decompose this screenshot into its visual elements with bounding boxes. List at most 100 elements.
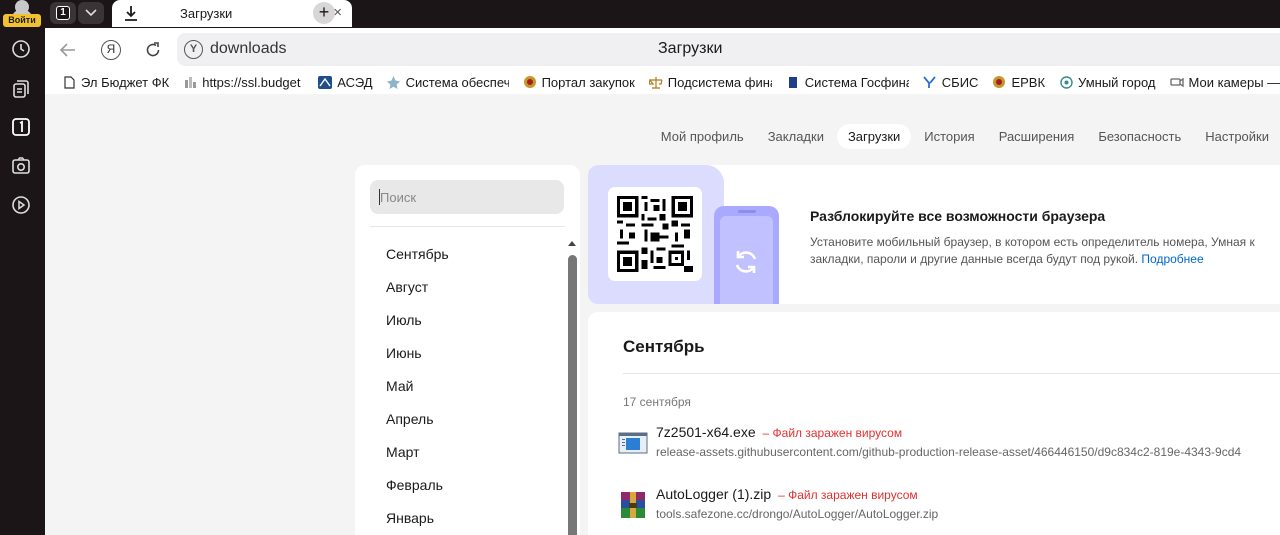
tab-bookmarks[interactable]: Закладки: [757, 124, 835, 149]
reload-icon: [146, 42, 160, 57]
bookmark-item[interactable]: Мои камеры — ка: [1169, 74, 1280, 90]
month-item[interactable]: Сентябрь: [386, 241, 449, 274]
bookmark-label: Эл Бюджет ФК: [81, 74, 170, 90]
download-item[interactable]: AutoLogger (1).zip – Файл заражен вирусо…: [618, 486, 1278, 530]
qr-code: [608, 187, 702, 281]
promo-text: Установите мобильный браузер, в котором …: [810, 234, 1280, 268]
promo-text-line1: Установите мобильный браузер, в котором …: [810, 235, 1255, 249]
exe-icon: [618, 432, 648, 454]
tab-settings[interactable]: Настройки: [1194, 124, 1280, 149]
bookmark-item[interactable]: Умный город: [1059, 74, 1156, 90]
promo-banner: Разблокируйте все возможности браузера У…: [588, 165, 1280, 304]
sync-icon: [735, 251, 757, 273]
bookmark-label: Умный город: [1078, 74, 1156, 90]
bookmark-label: https://ssl.budget: [202, 74, 301, 90]
file-name: 7z2501-x64.exe – Файл заражен вирусом: [656, 424, 902, 440]
system-icon: [387, 75, 401, 89]
virus-warning: – Файл заражен вирусом: [778, 488, 918, 502]
toolbar: Я Y downloads Загрузки: [45, 28, 1280, 70]
month-item[interactable]: Май: [386, 373, 449, 406]
promo-more-link[interactable]: Подробнее: [1141, 252, 1203, 266]
tab-profile[interactable]: Мой профиль: [650, 124, 755, 149]
bookmark-item[interactable]: Портал закупок: [523, 75, 635, 90]
bookmark-label: Подсистема фина: [667, 74, 772, 90]
scroll-up-arrow[interactable]: [568, 241, 576, 246]
scrollbar[interactable]: [568, 255, 577, 535]
divider: [623, 373, 1280, 374]
yandex-icon: Я: [101, 40, 121, 60]
site-icon: [183, 75, 197, 89]
downloads-page: Мой профиль Закладки Загрузки История Ра…: [45, 94, 1280, 535]
month-item[interactable]: Январь: [386, 505, 449, 535]
reload-button[interactable]: [140, 37, 166, 63]
month-item[interactable]: Февраль: [386, 472, 449, 505]
gosfin-icon: [786, 75, 800, 89]
downloads-list: Сентябрь 17 сентября 7z2501-x64.exe – Фа…: [588, 312, 1280, 535]
yandex-logo-icon: Y: [184, 40, 203, 59]
file-source[interactable]: release-assets.githubusercontent.com/git…: [656, 445, 1241, 459]
phone-illustration: [714, 206, 779, 304]
camera-icon: [1169, 75, 1184, 89]
winrar-icon: [621, 492, 645, 518]
bookmark-item[interactable]: Система обеспеч: [387, 75, 509, 90]
tab-counter: 1: [56, 6, 70, 20]
scales-icon: [648, 75, 663, 89]
bookmark-label: Система обеспеч: [405, 74, 509, 90]
page-icon: [62, 75, 76, 89]
month-item[interactable]: Апрель: [386, 406, 449, 439]
browser-window: Я Y downloads Загрузки Эл Бюджет ФК http…: [45, 28, 1280, 535]
bookmark-item[interactable]: Эл Бюджет ФК: [62, 75, 169, 90]
download-item[interactable]: 7z2501-x64.exe – Файл заражен вирусом re…: [618, 424, 1278, 468]
page-title: Загрузки: [658, 40, 723, 57]
file-name-text: AutoLogger (1).zip: [656, 486, 772, 502]
login-button[interactable]: Войти: [3, 0, 41, 27]
bookmark-item[interactable]: Система Госфина: [786, 75, 909, 90]
left-rail: Войти: [0, 0, 45, 535]
back-button[interactable]: [55, 37, 81, 63]
video-play-icon[interactable]: [10, 194, 32, 216]
back-arrow-icon: [60, 43, 75, 57]
bookmark-label: Система Госфина: [804, 74, 909, 90]
tab-downloads-active[interactable]: Загрузки: [836, 123, 912, 149]
url-text: downloads: [210, 40, 287, 57]
bookmark-item[interactable]: АСЭД: [318, 75, 373, 90]
month-item[interactable]: Март: [386, 439, 449, 472]
bookmark-label: Портал закупок: [541, 74, 635, 90]
avatar: [12, 0, 32, 18]
search-input[interactable]: [370, 180, 564, 214]
bookmark-item[interactable]: СБИС: [923, 74, 979, 90]
promo-title: Разблокируйте все возможности браузера: [810, 208, 1106, 224]
tab-counter-button[interactable]: 1: [50, 2, 76, 24]
tab-count-icon[interactable]: [10, 116, 32, 138]
month-item[interactable]: Июнь: [386, 340, 449, 373]
address-bar[interactable]: Y downloads Загрузки: [177, 33, 1280, 66]
month-heading: Сентябрь: [623, 337, 705, 356]
bookmark-item[interactable]: ЕРВК: [992, 75, 1045, 90]
settings-nav: Мой профиль Закладки Загрузки История Ра…: [648, 123, 1280, 149]
bookmarks-bar: Эл Бюджет ФК https://ssl.budget АСЭД Сис…: [45, 70, 1280, 94]
file-source[interactable]: tools.safezone.cc/drongo/AutoLogger/Auto…: [656, 507, 938, 521]
month-item[interactable]: Август: [386, 274, 449, 307]
history-icon[interactable]: [10, 38, 32, 60]
bookmark-label: Мои камеры — ка: [1188, 74, 1280, 90]
divider: [370, 226, 565, 227]
bookmark-item[interactable]: https://ssl.budget: [183, 75, 304, 90]
month-item[interactable]: Июль: [386, 307, 449, 340]
screenshot-icon[interactable]: [10, 155, 32, 177]
new-tab-button[interactable]: +: [313, 2, 335, 24]
chevron-down-icon: [85, 9, 97, 17]
bookmark-item[interactable]: Подсистема фина: [648, 74, 772, 90]
tab-extensions[interactable]: Расширения: [988, 124, 1086, 149]
virus-warning: – Файл заражен вирусом: [762, 426, 903, 440]
collections-icon[interactable]: [10, 78, 32, 100]
emblem-icon: [523, 75, 537, 89]
sbis-icon: [923, 75, 937, 89]
yandex-button[interactable]: Я: [98, 37, 124, 63]
promo-text-line2: закладки, пароли и другие данные всегда …: [810, 252, 1139, 266]
tab-dropdown-button[interactable]: [78, 2, 104, 24]
bookmark-label: СБИС: [941, 74, 979, 90]
text-cursor: [379, 189, 380, 205]
tab-history[interactable]: История: [913, 124, 985, 149]
tab-security[interactable]: Безопасность: [1087, 124, 1192, 149]
download-icon: [125, 6, 137, 21]
